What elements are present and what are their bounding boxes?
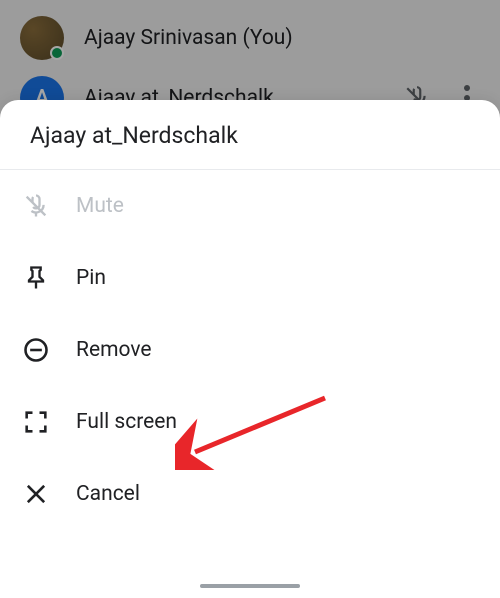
menu-label: Remove <box>76 338 152 362</box>
menu-item-cancel[interactable]: Cancel <box>0 458 500 530</box>
menu-item-remove[interactable]: Remove <box>0 314 500 386</box>
menu-label: Cancel <box>76 482 140 506</box>
pin-icon <box>22 264 50 292</box>
bottom-sheet: Ajaay at_Nerdschalk Mute Pin <box>0 100 500 598</box>
menu-item-pin[interactable]: Pin <box>0 242 500 314</box>
close-icon <box>22 480 50 508</box>
fullscreen-icon <box>22 408 50 436</box>
menu-item-fullscreen[interactable]: Full screen <box>0 386 500 458</box>
remove-icon <box>22 336 50 364</box>
menu-item-mute: Mute <box>0 170 500 242</box>
menu-label: Full screen <box>76 410 177 434</box>
menu-label: Mute <box>76 194 124 218</box>
sheet-title: Ajaay at_Nerdschalk <box>0 100 500 170</box>
navigation-handle[interactable] <box>200 584 300 588</box>
menu-list: Mute Pin Remove Full screen <box>0 170 500 530</box>
mic-off-icon <box>22 192 50 220</box>
menu-label: Pin <box>76 266 106 290</box>
